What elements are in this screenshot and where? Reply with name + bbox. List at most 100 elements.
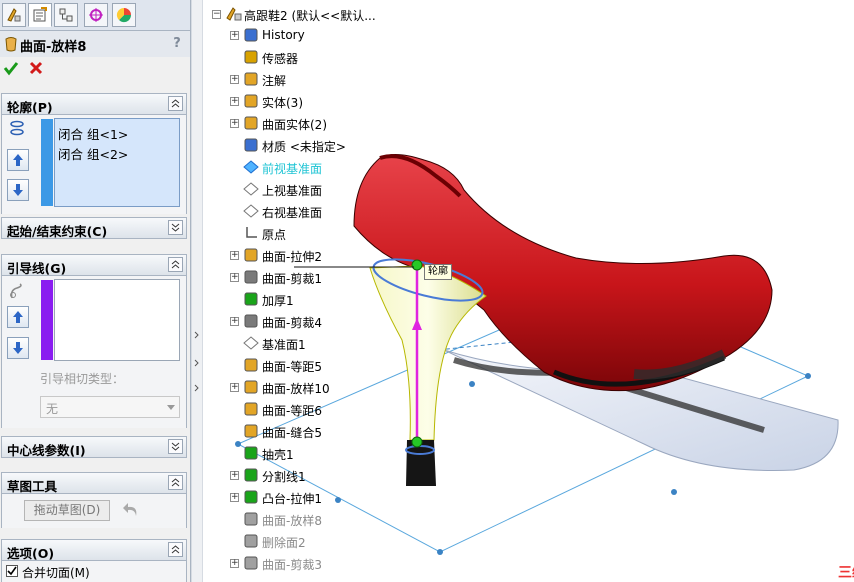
configuration-manager-icon[interactable] [54, 3, 78, 27]
display-manager-icon[interactable] [112, 3, 136, 27]
collapse-chevron-icon[interactable] [168, 257, 183, 272]
tree-item-label: 曲面-放样8 [262, 514, 322, 528]
panel-splitter[interactable] [191, 0, 203, 582]
origin-icon [246, 227, 257, 238]
sketch-tools-section-body: 拖动草图(D) [1, 494, 187, 528]
chevron-down-icon [167, 405, 175, 410]
profile-section-label: 轮廓(P) [7, 100, 53, 115]
tree-item-label: 曲面-剪裁4 [262, 316, 322, 330]
profile-section-body: 闭合 组<1> 闭合 组<2> [1, 115, 187, 214]
arrow-down-icon [13, 184, 23, 196]
watermark: 三维网www.3dportal.cn [838, 565, 854, 581]
tree-item-label: 前视基准面 [262, 162, 323, 176]
surface-knit-icon [244, 424, 258, 438]
help-button[interactable]: ? [170, 37, 184, 51]
splitter-grip-icon[interactable] [194, 330, 201, 400]
surface-bodies-icon [244, 116, 258, 130]
tree-item-label: 抽壳1 [262, 448, 294, 462]
part-icon [226, 7, 242, 21]
collapse-chevron-icon[interactable] [168, 542, 183, 557]
surface-loft-icon [244, 512, 258, 526]
history-icon [244, 28, 258, 42]
tangency-type-label: 引导相切类型： [40, 372, 125, 386]
tree-item-label: 曲面-拉伸2 [262, 250, 322, 264]
check-icon [7, 566, 17, 576]
thicken-icon [244, 292, 258, 306]
tree-item-label: 实体(3) [262, 96, 303, 110]
tree-item-label: 删除面2 [262, 536, 306, 550]
merge-faces-checkbox[interactable] [6, 565, 18, 577]
centerline-section-label: 中心线参数(I) [7, 443, 86, 458]
tree-item-label: 曲面-等距5 [262, 360, 322, 374]
tree-item-label: 注解 [262, 74, 287, 88]
expand-toggle-icon[interactable]: + [230, 559, 239, 568]
property-manager-panel: 曲面-放样8 ? 轮廓(P) 闭合 组<1> 闭合 组<2> 起始/结束约束(C… [0, 0, 191, 582]
collapse-toggle-icon[interactable]: − [212, 10, 221, 19]
expand-toggle-icon[interactable]: + [230, 251, 239, 260]
surface-trim-icon [244, 270, 258, 284]
expand-toggle-icon[interactable]: + [230, 493, 239, 502]
expand-chevron-icon[interactable] [168, 439, 183, 454]
expand-toggle-icon[interactable]: + [230, 31, 239, 40]
profile-item[interactable]: 闭合 组<2> [58, 144, 128, 163]
tooltip: 轮廓 [424, 264, 452, 280]
options-section-header[interactable]: 选项(O) [1, 539, 187, 561]
guide-color-bar [41, 280, 53, 360]
shell-icon [244, 446, 258, 460]
profile-section-header[interactable]: 轮廓(P) [1, 93, 187, 115]
expand-toggle-icon[interactable]: + [230, 383, 239, 392]
sketch-tools-section-label: 草图工具 [7, 479, 58, 494]
tree-item-label: 右视基准面 [262, 206, 323, 220]
feature-manager-icon[interactable] [2, 3, 26, 27]
undo-icon[interactable] [122, 502, 140, 518]
ok-check-icon[interactable] [3, 60, 19, 76]
plane-icon [243, 160, 259, 174]
move-up-button[interactable] [7, 149, 29, 171]
tree-item-label: 材质 <未指定> [262, 140, 346, 154]
expand-toggle-icon[interactable]: + [230, 119, 239, 128]
collapse-chevron-icon[interactable] [168, 475, 183, 490]
tangency-type-value: 无 [46, 402, 59, 416]
guides-listbox[interactable] [54, 279, 180, 361]
start-end-section-header[interactable]: 起始/结束约束(C) [1, 217, 187, 239]
tree-item-label: 凸台-拉伸1 [262, 492, 322, 506]
annotation-icon [244, 72, 258, 86]
expand-chevron-icon[interactable] [168, 220, 183, 235]
feature-tree: − 高跟鞋2 (默认<<默认... + History 传感器 + 注解 + 实体(3) + 曲… [204, 0, 404, 582]
expand-toggle-icon[interactable]: + [230, 317, 239, 326]
expand-toggle-icon[interactable]: + [230, 97, 239, 106]
boss-extrude-icon [244, 490, 258, 504]
guides-section-header[interactable]: 引导线(G) [1, 254, 187, 276]
expand-toggle-icon[interactable]: + [230, 75, 239, 84]
start-end-section-label: 起始/结束约束(C) [7, 224, 108, 239]
move-down-button[interactable] [7, 337, 29, 359]
tree-root-label: 高跟鞋2 (默认<<默认... [244, 9, 376, 23]
surface-trim-icon [244, 314, 258, 328]
tree-item-label: 加厚1 [262, 294, 294, 308]
graphics-viewport[interactable]: − 高跟鞋2 (默认<<默认... + History 传感器 + 注解 + 实体(3) + 曲… [204, 0, 854, 582]
expand-toggle-icon[interactable]: + [230, 273, 239, 282]
profile-listbox[interactable]: 闭合 组<1> 闭合 组<2> [54, 118, 180, 207]
split-line-icon [244, 468, 258, 482]
drag-sketch-button[interactable]: 拖动草图(D) [24, 500, 110, 521]
tree-item-label: 上视基准面 [262, 184, 323, 198]
centerline-section-header[interactable]: 中心线参数(I) [1, 436, 187, 458]
arrow-up-icon [13, 154, 23, 166]
expand-toggle-icon[interactable]: + [230, 471, 239, 480]
collapse-chevron-icon[interactable] [168, 96, 183, 111]
tree-item-label: 曲面-缝合5 [262, 426, 322, 440]
dimxpert-icon[interactable] [84, 3, 108, 27]
move-up-button[interactable] [7, 306, 29, 328]
tree-item-label: 分割线1 [262, 470, 306, 484]
property-manager-icon[interactable] [28, 3, 52, 27]
sketch-tools-section-header[interactable]: 草图工具 [1, 472, 187, 494]
tangency-type-select[interactable]: 无 [40, 396, 180, 418]
tree-item-label: 传感器 [262, 52, 299, 66]
move-down-button[interactable] [7, 179, 29, 201]
feature-title-bar: 曲面-放样8 ? [0, 31, 190, 57]
material-icon [244, 138, 258, 152]
cancel-x-icon[interactable] [28, 60, 44, 76]
arrow-down-icon [13, 342, 23, 354]
plane-icon [243, 182, 259, 196]
profile-item[interactable]: 闭合 组<1> [58, 124, 128, 143]
